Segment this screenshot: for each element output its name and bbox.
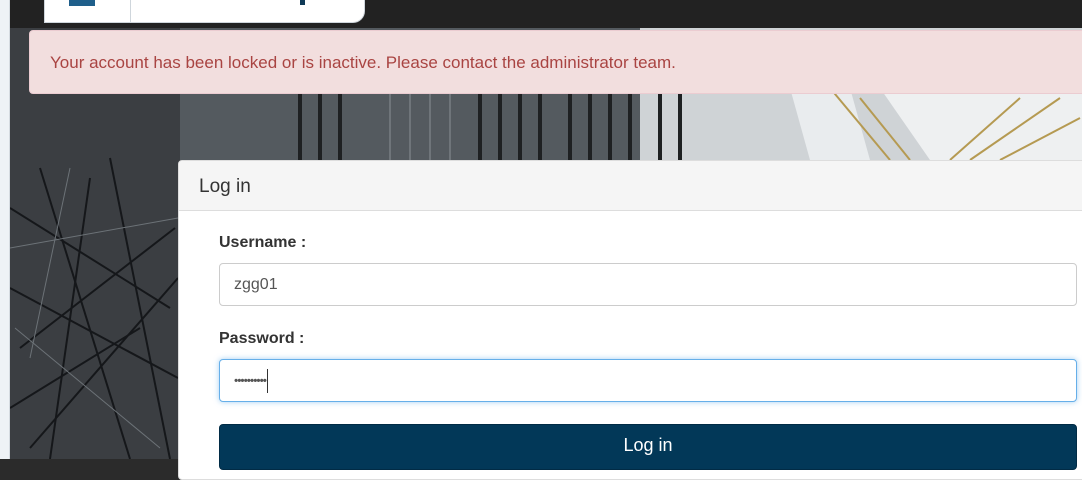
top-navbar <box>10 0 1082 28</box>
username-value: zgg01 <box>234 276 278 293</box>
login-panel-title: Log in <box>199 176 251 197</box>
text-caret <box>267 368 269 393</box>
logo-divider <box>130 0 131 22</box>
password-masked-value: •••••••••• <box>234 373 267 388</box>
password-input[interactable]: •••••••••• <box>219 359 1077 402</box>
logo-mark-icon <box>69 0 95 6</box>
password-label: Password : <box>219 330 305 347</box>
brand-logo[interactable] <box>44 0 365 23</box>
left-edge-strip <box>0 0 10 459</box>
alert-message: Your account has been locked or is inact… <box>50 53 676 72</box>
username-input[interactable]: zgg01 <box>219 263 1077 306</box>
account-locked-alert: Your account has been locked or is inact… <box>29 30 1082 94</box>
username-label: Username : <box>219 234 307 251</box>
login-button[interactable]: Log in <box>219 424 1077 470</box>
login-panel-heading: Log in <box>179 161 1082 211</box>
login-panel: Log in Username : zgg01 Password : •••••… <box>178 160 1082 480</box>
logo-glyph-icon <box>300 0 305 5</box>
